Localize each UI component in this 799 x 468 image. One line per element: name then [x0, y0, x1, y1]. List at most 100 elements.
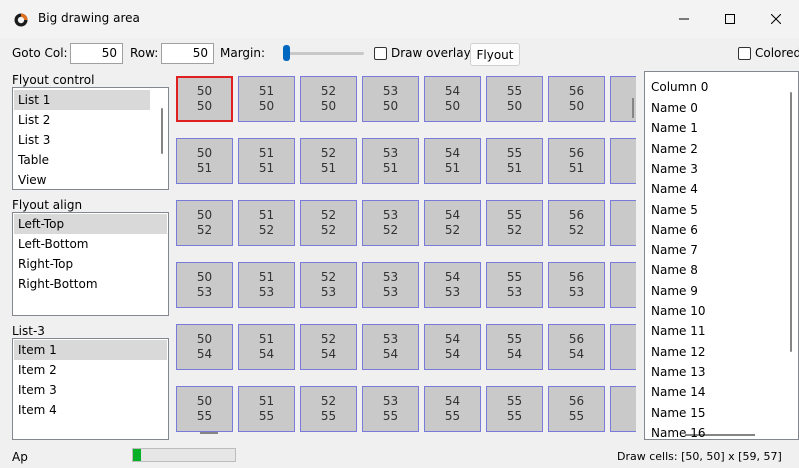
list-item[interactable]: Name 14: [651, 385, 706, 399]
grid-cell[interactable]: [610, 138, 636, 184]
margin-slider-thumb[interactable]: [283, 45, 290, 61]
list-item[interactable]: Name 1: [651, 121, 698, 135]
grid-cell[interactable]: 53 53: [362, 262, 419, 308]
list-item[interactable]: Left-Bottom: [14, 234, 167, 254]
list-item[interactable]: Item 3: [14, 380, 167, 400]
grid-cell[interactable]: 53 54: [362, 324, 419, 370]
grid-cell[interactable]: 56 55: [548, 386, 605, 432]
list-item[interactable]: Name 4: [651, 182, 698, 196]
grid-cell[interactable]: 52 54: [300, 324, 357, 370]
list-item[interactable]: Name 12: [651, 345, 706, 359]
scrollbar-thumb[interactable]: [790, 92, 792, 352]
list-item[interactable]: View: [14, 170, 150, 189]
list-item[interactable]: Name 2: [651, 142, 698, 156]
list-item[interactable]: Item 1: [14, 340, 167, 360]
list-item[interactable]: Name 16: [651, 426, 706, 439]
flyout-control-list[interactable]: List 1 List 2 List 3 Table View: [12, 87, 169, 190]
flyout-align-list[interactable]: Left-Top Left-Bottom Right-Top Right-Bot…: [12, 212, 169, 316]
grid-cell[interactable]: 54 55: [424, 386, 481, 432]
list-header[interactable]: Column 0: [651, 80, 708, 94]
list-item[interactable]: Name 7: [651, 243, 698, 257]
grid-cell-active[interactable]: 50 50: [176, 76, 233, 122]
list-item[interactable]: List 2: [14, 110, 150, 130]
grid-cell[interactable]: 54 51: [424, 138, 481, 184]
grid-cell[interactable]: 55 54: [486, 324, 543, 370]
list-item[interactable]: List 1: [14, 90, 150, 110]
grid-cell[interactable]: 53 52: [362, 200, 419, 246]
grid-cell[interactable]: 55 50: [486, 76, 543, 122]
grid-cell[interactable]: 51 51: [238, 138, 295, 184]
grid-cell[interactable]: 56 52: [548, 200, 605, 246]
draw-overlay-checkbox[interactable]: [374, 47, 387, 60]
list-item[interactable]: List 3: [14, 130, 150, 150]
margin-slider-track[interactable]: [286, 52, 364, 55]
grid-cell[interactable]: 55 51: [486, 138, 543, 184]
list-item[interactable]: Name 0: [651, 101, 698, 115]
list-item[interactable]: Name 13: [651, 365, 706, 379]
grid-cell[interactable]: 51 55: [238, 386, 295, 432]
grid-cell[interactable]: [610, 262, 636, 308]
colored-checkbox[interactable]: [738, 47, 751, 60]
close-button[interactable]: [753, 0, 799, 38]
flyout-button[interactable]: Flyout: [470, 43, 520, 66]
row-input[interactable]: 50: [161, 43, 214, 64]
grid-scrollbar-thumb[interactable]: [632, 98, 634, 118]
list-item[interactable]: Right-Top: [14, 254, 167, 274]
maximize-button[interactable]: [707, 0, 753, 38]
grid-cell[interactable]: 54 52: [424, 200, 481, 246]
draw-overlay-label[interactable]: Draw overlay: [391, 46, 471, 60]
grid-cell[interactable]: 56 53: [548, 262, 605, 308]
grid-cell[interactable]: 55 55: [486, 386, 543, 432]
colored-label[interactable]: Colored: [755, 46, 799, 60]
grid-cell[interactable]: 53 51: [362, 138, 419, 184]
list-item[interactable]: Name 3: [651, 162, 698, 176]
scrollbar-thumb[interactable]: [161, 108, 163, 154]
grid-cell[interactable]: 50 54: [176, 324, 233, 370]
grid-cell[interactable]: 53 50: [362, 76, 419, 122]
grid-cell[interactable]: 51 54: [238, 324, 295, 370]
list-item[interactable]: Name 8: [651, 263, 698, 277]
grid-cell[interactable]: 50 55: [176, 386, 233, 432]
grid-cell[interactable]: 52 50: [300, 76, 357, 122]
grid-cell[interactable]: 50 51: [176, 138, 233, 184]
grid-cell[interactable]: 50 52: [176, 200, 233, 246]
list-item[interactable]: Item 2: [14, 360, 167, 380]
goto-col-input[interactable]: 50: [70, 43, 123, 64]
grid-cell[interactable]: [610, 324, 636, 370]
grid-cell[interactable]: 51 52: [238, 200, 295, 246]
grid-cell[interactable]: 51 53: [238, 262, 295, 308]
grid-cell[interactable]: [610, 386, 636, 432]
grid-cell[interactable]: 55 52: [486, 200, 543, 246]
list-item[interactable]: Name 10: [651, 304, 706, 318]
minimize-button[interactable]: [661, 0, 707, 38]
grid-cell[interactable]: 50 53: [176, 262, 233, 308]
grid-cell[interactable]: 51 50: [238, 76, 295, 122]
grid-cell[interactable]: [610, 200, 636, 246]
grid-cell[interactable]: 54 50: [424, 76, 481, 122]
list-item[interactable]: Name 6: [651, 223, 698, 237]
grid-cell[interactable]: 56 51: [548, 138, 605, 184]
grid-cell[interactable]: 52 52: [300, 200, 357, 246]
list-item[interactable]: Item 4: [14, 400, 167, 420]
list-item[interactable]: Left-Top: [14, 214, 167, 234]
list-item[interactable]: Name 9: [651, 284, 698, 298]
list-item[interactable]: Name 11: [651, 324, 706, 338]
list-item[interactable]: Name 15: [651, 406, 706, 420]
grid-cell[interactable]: 52 51: [300, 138, 357, 184]
list-item[interactable]: Right-Bottom: [14, 274, 167, 294]
cell-row: 53: [320, 285, 337, 299]
grid-scrollbar-thumb[interactable]: [200, 432, 218, 434]
grid-cell[interactable]: 52 55: [300, 386, 357, 432]
list-item[interactable]: Table: [14, 150, 150, 170]
grid-cell[interactable]: 56 50: [548, 76, 605, 122]
grid-cell[interactable]: 53 55: [362, 386, 419, 432]
grid-cell[interactable]: 55 53: [486, 262, 543, 308]
grid-cell[interactable]: 52 53: [300, 262, 357, 308]
list3-list[interactable]: Item 1 Item 2 Item 3 Item 4: [12, 338, 169, 440]
drawing-grid[interactable]: 50 50 51 50 52 50 53 50 54 50 55 50 56 50 50 51 51 51 52 51…: [170, 70, 636, 440]
grid-cell[interactable]: 56 54: [548, 324, 605, 370]
grid-cell[interactable]: 54 53: [424, 262, 481, 308]
grid-cell[interactable]: 54 54: [424, 324, 481, 370]
list-item[interactable]: Name 5: [651, 203, 698, 217]
names-list[interactable]: Column 0 Name 0 Name 1 Name 2 Name 3 Name 4 N…: [644, 71, 799, 440]
